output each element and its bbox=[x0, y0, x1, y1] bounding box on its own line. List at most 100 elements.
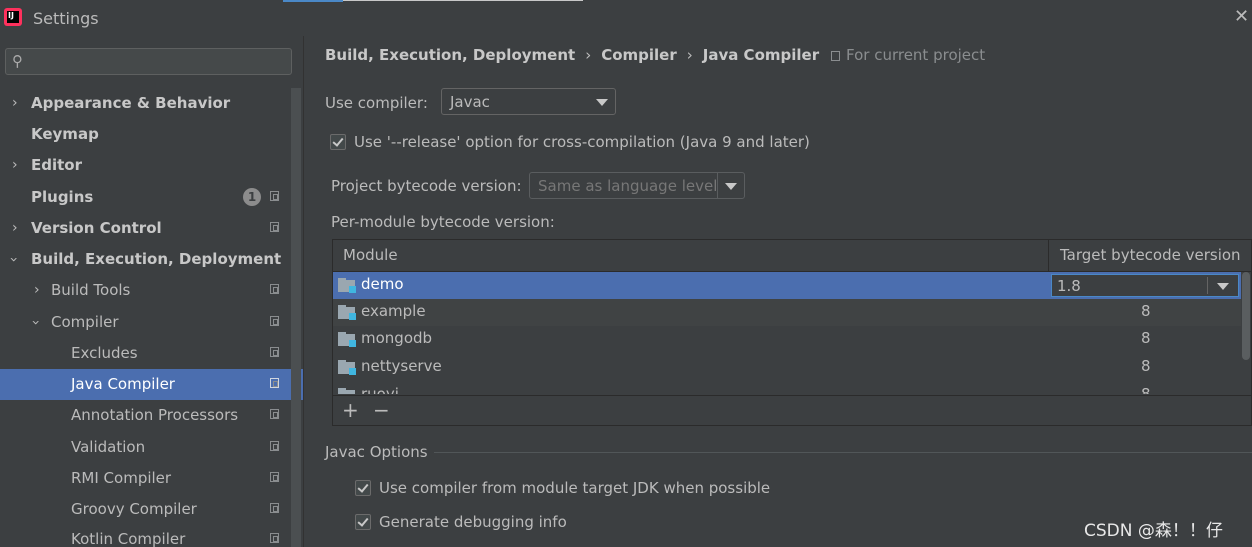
table-row[interactable]: mongodb 8 bbox=[333, 326, 1241, 353]
module-folder-icon bbox=[338, 305, 356, 320]
release-option-label: Use '--release' option for cross-compila… bbox=[354, 133, 810, 151]
sidebar-item-label: Editor bbox=[31, 156, 82, 174]
generate-debug-info-label: Generate debugging info bbox=[379, 513, 567, 531]
project-scope-icon bbox=[270, 472, 279, 482]
chevron-down-icon[interactable] bbox=[1217, 283, 1229, 290]
release-option-checkbox[interactable] bbox=[330, 134, 346, 150]
use-module-jdk-checkbox[interactable] bbox=[355, 480, 371, 496]
project-scope-icon bbox=[270, 409, 279, 419]
sidebar-item-label: Appearance & Behavior bbox=[31, 94, 231, 112]
column-header-target[interactable]: Target bytecode version bbox=[1060, 246, 1241, 264]
sidebar-item-groovy-compiler[interactable]: Groovy Compiler bbox=[0, 494, 290, 525]
target-version-value: 8 bbox=[1141, 302, 1151, 320]
column-header-module[interactable]: Module bbox=[343, 246, 398, 264]
module-folder-icon bbox=[338, 388, 356, 394]
project-bytecode-select[interactable]: Same as language level bbox=[529, 172, 745, 199]
watermark: CSDN @森！！仔 bbox=[1084, 521, 1223, 541]
combo-separator bbox=[1207, 277, 1208, 294]
table-scrollbar[interactable] bbox=[1242, 272, 1250, 360]
sidebar-item-label: Plugins bbox=[31, 188, 94, 206]
sidebar-item-label: Keymap bbox=[31, 125, 99, 143]
remove-module-button[interactable]: − bbox=[373, 398, 390, 422]
module-name: example bbox=[361, 302, 426, 320]
target-version-value: 1.8 bbox=[1057, 277, 1081, 295]
module-bytecode-table: Module Target bytecode version demo 1.8 … bbox=[332, 239, 1252, 426]
title-accent-line bbox=[283, 0, 343, 2]
window-title: Settings bbox=[33, 9, 99, 28]
module-folder-icon bbox=[338, 278, 356, 293]
project-scope-icon bbox=[270, 284, 279, 294]
breadcrumb-separator: › bbox=[686, 46, 693, 64]
chevron-down-icon bbox=[725, 183, 737, 190]
sidebar-item-label: Compiler bbox=[51, 313, 119, 331]
table-row[interactable]: ruoyi 8 bbox=[333, 382, 1241, 394]
sidebar-item-editor[interactable]: › Editor bbox=[0, 150, 290, 181]
sidebar-item-rmi-compiler[interactable]: RMI Compiler bbox=[0, 463, 290, 494]
table-row[interactable]: demo 1.8 bbox=[333, 272, 1241, 299]
scope-indicator: For current project bbox=[831, 46, 985, 64]
chevron-down-icon: › bbox=[5, 256, 22, 263]
table-row[interactable]: nettyserve 8 bbox=[333, 354, 1241, 381]
project-scope-icon bbox=[270, 533, 279, 543]
sidebar-item-label: Kotlin Compiler bbox=[71, 530, 186, 547]
sidebar-item-label: Groovy Compiler bbox=[71, 500, 197, 518]
sidebar-item-label: Java Compiler bbox=[71, 375, 175, 393]
sidebar-item-annotation-processors[interactable]: Annotation Processors bbox=[0, 400, 290, 431]
chevron-right-icon: › bbox=[12, 157, 18, 173]
close-icon[interactable]: ✕ bbox=[1234, 6, 1249, 27]
sidebar-item-label: Version Control bbox=[31, 219, 162, 237]
sidebar-item-plugins[interactable]: Plugins 1 bbox=[0, 182, 290, 213]
target-version-value: 8 bbox=[1141, 329, 1151, 347]
search-icon: ⚲ bbox=[12, 52, 23, 70]
panel-divider[interactable] bbox=[303, 36, 304, 547]
sidebar-item-appearance-behavior[interactable]: › Appearance & Behavior bbox=[0, 88, 290, 119]
chevron-right-icon: › bbox=[12, 95, 18, 111]
column-divider[interactable] bbox=[1048, 240, 1049, 271]
module-name: nettyserve bbox=[361, 357, 442, 375]
sidebar-item-compiler[interactable]: › Compiler bbox=[0, 307, 290, 338]
target-version-value: 8 bbox=[1141, 357, 1151, 375]
project-scope-icon bbox=[831, 51, 840, 61]
breadcrumb-separator: › bbox=[585, 46, 592, 64]
table-header: Module Target bytecode version bbox=[333, 240, 1251, 272]
compiler-select[interactable]: Javac bbox=[441, 88, 616, 115]
chevron-right-icon: › bbox=[34, 282, 40, 298]
breadcrumb: Build, Execution, Deployment › Compiler › Ja… bbox=[325, 46, 819, 64]
update-count-badge: 1 bbox=[243, 188, 261, 206]
javac-options-title: Javac Options bbox=[325, 443, 428, 461]
sidebar-item-excludes[interactable]: Excludes bbox=[0, 338, 290, 369]
sidebar-item-version-control[interactable]: › Version Control bbox=[0, 213, 290, 244]
sidebar-scrollbar[interactable] bbox=[291, 88, 301, 547]
sidebar-item-keymap[interactable]: Keymap bbox=[0, 119, 290, 150]
sidebar-item-java-compiler[interactable]: Java Compiler bbox=[0, 369, 303, 400]
sidebar-item-label: Excludes bbox=[71, 344, 138, 362]
target-version-value: 8 bbox=[1141, 385, 1151, 394]
title-bar: IJ Settings ✕ bbox=[0, 0, 1252, 36]
chevron-down-icon bbox=[596, 99, 608, 106]
scope-label: For current project bbox=[846, 46, 986, 64]
breadcrumb-item: Compiler bbox=[601, 46, 677, 64]
table-toolbar: + − bbox=[333, 395, 1251, 426]
add-module-button[interactable]: + bbox=[342, 398, 359, 422]
chevron-right-icon: › bbox=[12, 220, 18, 236]
search-input[interactable]: ⚲ bbox=[5, 48, 292, 75]
module-name: mongodb bbox=[361, 329, 433, 347]
sidebar-item-build-tools[interactable]: › Build Tools bbox=[0, 275, 290, 306]
sidebar-item-build-execution-deployment[interactable]: › Build, Execution, Deployment bbox=[0, 244, 290, 275]
project-scope-icon bbox=[270, 378, 279, 388]
project-scope-icon bbox=[270, 222, 279, 232]
compiler-select-value: Javac bbox=[450, 93, 490, 111]
project-scope-icon bbox=[270, 441, 279, 451]
table-row[interactable]: example 8 bbox=[333, 299, 1241, 326]
target-version-editor[interactable]: 1.8 bbox=[1051, 274, 1239, 297]
project-scope-icon bbox=[270, 191, 279, 201]
settings-tree: › Appearance & Behavior Keymap › Editor … bbox=[0, 88, 303, 547]
project-scope-icon bbox=[270, 503, 279, 513]
generate-debug-info-checkbox[interactable] bbox=[355, 514, 371, 530]
module-folder-icon bbox=[338, 332, 356, 347]
sidebar-item-label: Validation bbox=[71, 438, 146, 456]
sidebar-item-kotlin-compiler[interactable]: Kotlin Compiler bbox=[0, 524, 290, 547]
sidebar-item-validation[interactable]: Validation bbox=[0, 432, 290, 463]
sidebar-item-label: Build Tools bbox=[51, 281, 131, 299]
sidebar-item-label: Annotation Processors bbox=[71, 406, 239, 424]
